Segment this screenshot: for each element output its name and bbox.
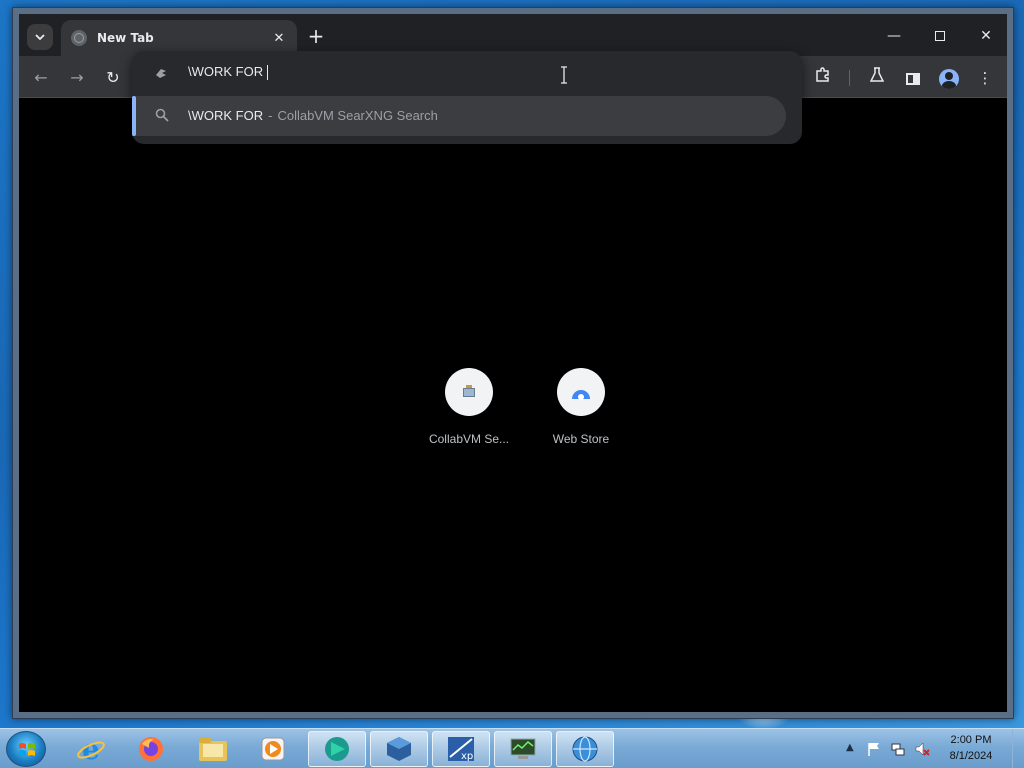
tab-close-icon[interactable]: ✕ [271,31,287,46]
svg-text:e: e [82,734,100,764]
suggestion-text: \WORK FOR - CollabVM SearXNG Search [188,108,438,123]
show-hidden-icons-button[interactable]: ▲ [846,742,854,753]
clock[interactable]: 2:00 PM 8/1/2024 [938,732,1004,764]
reload-button[interactable]: ↻ [99,64,127,92]
volume-muted-icon[interactable] [914,741,930,757]
virtualbox-icon [387,737,411,761]
maximize-icon [935,31,945,41]
chevron-down-icon [35,34,45,40]
network-icon[interactable] [890,741,906,757]
suggestion-query: \WORK FOR [188,108,264,123]
extensions-button[interactable] [809,64,837,92]
web-store-icon [572,390,590,400]
new-tab-page: CollabVM Se... Web Store [19,98,1007,712]
minimize-button[interactable]: — [871,22,917,50]
labs-button[interactable] [863,64,891,92]
taskbar-browser[interactable] [308,731,366,767]
shortcut-label: CollabVM Se... [428,432,510,446]
omnibox-suggestion[interactable]: \WORK FOR - CollabVM SearXNG Search [132,96,786,136]
side-panel-icon [906,72,920,85]
address-bar[interactable]: \WORK FOR [132,51,802,95]
clock-date: 8/1/2024 [949,750,993,762]
svg-text:xp: xp [461,751,473,762]
shortcut-icon [445,368,493,416]
taskbar-xp-mode[interactable]: xp [432,731,490,767]
taskbar-explorer[interactable] [184,731,242,767]
back-button[interactable]: ← [27,64,55,92]
clock-time: 2:00 PM [950,734,992,746]
shortcut-collabvm[interactable]: CollabVM Se... [413,368,525,446]
title-bar: New Tab ✕ + — ✕ [19,14,1007,56]
address-input[interactable]: \WORK FOR [188,64,269,81]
suggestion-engine: CollabVM SearXNG Search [277,108,438,123]
internet-explorer-icon: e [77,734,105,764]
ibeam-cursor-icon [561,66,567,84]
xp-icon: xp [448,737,474,762]
search-icon [155,108,169,122]
taskbar-internet-explorer[interactable]: e [62,731,120,767]
flask-icon [869,67,885,82]
address-input-value: \WORK FOR [188,64,264,79]
media-player-icon [261,737,285,761]
action-center-flag-icon[interactable] [866,741,882,757]
avatar-icon [939,68,959,89]
close-window-button[interactable]: ✕ [963,22,1009,50]
new-tab-button[interactable]: + [303,24,329,50]
shortcut-label: Web Store [552,432,610,446]
monitor-icon [510,738,536,759]
firefox-icon [139,737,163,761]
shortcut-web-store[interactable]: Web Store [525,368,637,446]
maximize-button[interactable] [917,22,963,50]
system-tray: ▲ 2:00 PM 8/1/2024 [840,729,1020,768]
tab-title: New Tab [97,31,154,45]
taskbar-task-manager[interactable] [494,731,552,767]
browser-app-icon [325,737,349,761]
tab-search-button[interactable] [27,24,53,50]
text-caret [267,65,269,81]
menu-button[interactable]: ⋮ [971,64,999,92]
suggestion-separator: - [268,108,273,123]
taskbar-firefox[interactable] [122,731,180,767]
taskbar-virtualbox[interactable] [370,731,428,767]
selection-indicator [132,96,136,136]
forward-button[interactable]: → [63,64,91,92]
taskbar: e xp ▲ 2:00 PM 8/1/2024 [0,728,1024,768]
side-panel-button[interactable] [899,64,927,92]
puzzle-icon [816,67,829,82]
profile-button[interactable] [935,64,963,92]
globe-icon [572,736,598,762]
show-desktop-button[interactable] [1012,729,1024,768]
taskbar-media-player[interactable] [244,731,302,767]
shortcut-icon [557,368,605,416]
start-button[interactable] [6,731,46,767]
collabvm-icon [463,385,475,397]
omnibox-dropdown: \WORK FOR \WORK FOR - CollabVM SearXNG Sea… [132,51,802,144]
windows-logo-icon [19,743,35,756]
taskbar-network-app[interactable] [556,731,614,767]
folder-icon [199,738,227,761]
search-engine-icon [156,69,166,78]
globe-icon [71,30,87,46]
